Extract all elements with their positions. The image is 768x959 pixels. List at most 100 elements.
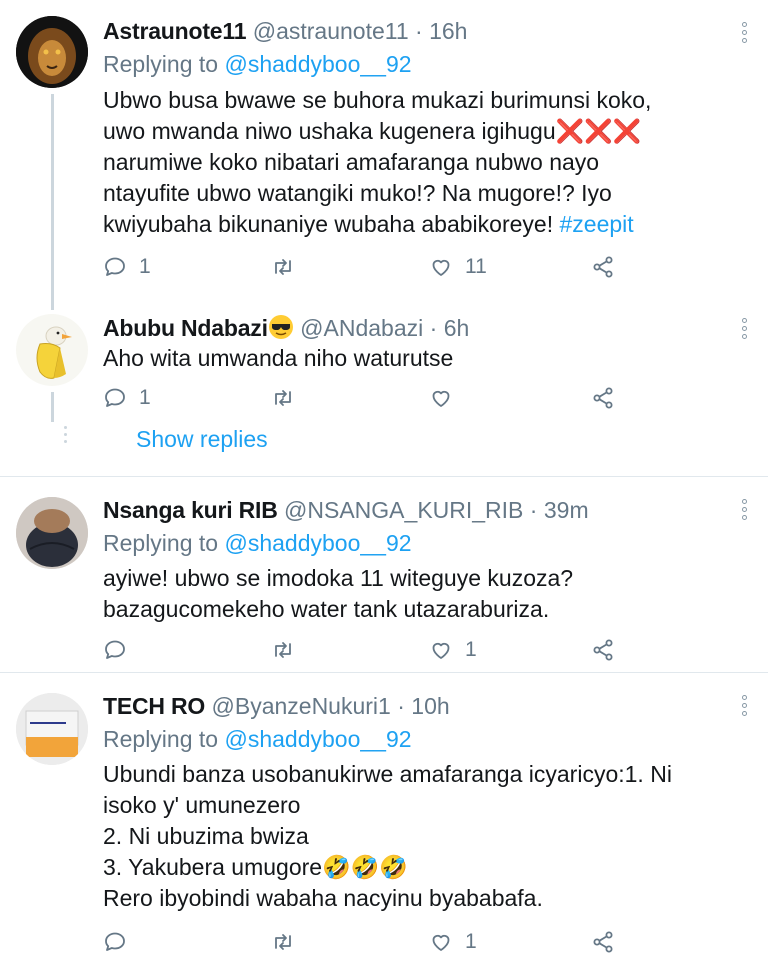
tweet-header: Astraunote11 @astraunote11 · 16h [103, 17, 728, 45]
user-handle[interactable]: @NSANGA_KURI_RIB [284, 497, 523, 523]
replying-to: Replying to @shaddyboo__92 [103, 725, 412, 753]
tweet-text-line: bazagucomekeho water tank utazaraburiza. [103, 596, 550, 622]
display-name[interactable]: Astraunote11 [103, 18, 247, 44]
heart-icon [432, 390, 450, 407]
share-button[interactable] [591, 383, 615, 413]
hashtag-link[interactable]: #zeepit [559, 211, 633, 237]
reply-button[interactable] [103, 635, 139, 665]
reply-count: 1 [139, 255, 151, 278]
like-count: 1 [465, 930, 477, 953]
tweet-text-line: Aho wita umwanda niho waturutse [103, 345, 454, 371]
heart-icon [432, 934, 450, 951]
timestamp[interactable]: 10h [411, 693, 449, 719]
retweet-icon [275, 934, 291, 950]
like-button[interactable] [429, 383, 465, 413]
tweet-astraunote11[interactable]: Astraunote11 @astraunote11 · 16h Replyin… [0, 0, 768, 310]
reply-icon [105, 257, 125, 276]
retweet-button[interactable] [271, 927, 307, 957]
avatar[interactable] [16, 497, 88, 569]
mention-link[interactable]: @shaddyboo__92 [224, 726, 411, 752]
like-count: 1 [465, 638, 477, 661]
retweet-icon [275, 642, 291, 658]
more-vertical-icon[interactable] [742, 22, 748, 46]
retweet-icon [275, 390, 291, 406]
separator: · [429, 315, 438, 341]
display-name[interactable]: Nsanga kuri RIB [103, 497, 278, 523]
share-icon [593, 256, 613, 278]
share-button[interactable] [591, 927, 615, 957]
retweet-button[interactable] [271, 635, 307, 665]
tweet-tech-ro[interactable]: TECH RO @ByanzeNukuri1 · 10h Replying to… [0, 673, 768, 959]
tweet-text-segment: kwiyubaha bikunaniye wubaha ababikoreye! [103, 211, 554, 237]
heart-icon [432, 642, 450, 659]
share-icon [593, 931, 613, 953]
reply-count: 1 [139, 386, 151, 409]
replying-to: Replying to @shaddyboo__92 [103, 50, 412, 78]
tweet-text-line: isoko y' umunezero [103, 792, 301, 818]
display-name[interactable]: Abubu Ndabazi [103, 315, 268, 341]
tweet-text-line: ntayufite ubwo watangiki muko!? Na mugor… [103, 180, 612, 206]
tweet-actions: 1 [103, 383, 623, 413]
user-handle[interactable]: @astraunote11 [253, 18, 409, 44]
user-handle[interactable]: @ByanzeNukuri1 [212, 693, 391, 719]
tweet-text-line: 3. Yakubera umugore🤣🤣🤣 [103, 852, 748, 883]
replying-to-label: Replying to [103, 726, 219, 752]
tweet-nsanga-kuri-rib[interactable]: Nsanga kuri RIB @NSANGA_KURI_RIB · 39m R… [0, 477, 768, 672]
tweet-text: ayiwe! ubwo se imodoka 11 witeguye kuzoz… [103, 563, 748, 625]
separator: · [397, 693, 405, 719]
mention-link[interactable]: @shaddyboo__92 [224, 530, 411, 556]
thread-ellipsis [64, 426, 67, 447]
timestamp[interactable]: 39m [544, 497, 589, 523]
mention-link[interactable]: @shaddyboo__92 [224, 51, 411, 77]
retweet-button[interactable] [271, 252, 307, 282]
avatar[interactable] [16, 314, 88, 386]
cross-mark-emoji: ❌❌❌ [555, 118, 642, 144]
tweet-actions: 1 [103, 635, 623, 665]
reply-button[interactable]: 1 [103, 383, 151, 413]
tweet-text-line: uwo mwanda niwo ushaka kugenera igihugu❌… [103, 116, 748, 147]
like-button[interactable]: 1 [429, 635, 477, 665]
tweet-header: Abubu Ndabazi😎 @ANdabazi · 6h [103, 314, 728, 342]
replying-to-label: Replying to [103, 530, 219, 556]
tweet-text-segment: uwo mwanda niwo ushaka kugenera igihugu [103, 118, 556, 144]
tweet-text: Ubundi banza usobanukirwe amafaranga icy… [103, 759, 748, 914]
tweet-text-segment: 3. Yakubera umugore [103, 854, 323, 880]
tweet-actions: 1 [103, 927, 623, 957]
like-button[interactable]: 1 [429, 927, 477, 957]
laughing-emoji: 🤣🤣🤣 [322, 854, 408, 880]
avatar[interactable] [16, 693, 88, 765]
user-handle[interactable]: @ANdabazi [300, 315, 423, 341]
tweet-text-line: ayiwe! ubwo se imodoka 11 witeguye kuzoz… [103, 565, 574, 591]
more-vertical-icon[interactable] [742, 695, 748, 719]
more-vertical-icon[interactable] [742, 499, 748, 523]
share-button[interactable] [591, 635, 615, 665]
retweet-button[interactable] [271, 383, 307, 413]
thread-line [51, 94, 54, 310]
separator: · [415, 18, 423, 44]
tweet-actions: 1 11 [103, 252, 623, 282]
heart-icon [432, 259, 450, 276]
timestamp[interactable]: 16h [429, 18, 467, 44]
like-button[interactable]: 11 [429, 252, 487, 282]
timestamp[interactable]: 6h [444, 315, 470, 341]
share-button[interactable] [591, 252, 615, 282]
separator: · [529, 497, 538, 523]
tweet-abubu-ndabazi[interactable]: Abubu Ndabazi😎 @ANdabazi · 6h Aho wita u… [0, 298, 768, 476]
sunglasses-emoji-icon [268, 315, 293, 339]
tweet-text-line: 2. Ni ubuzima bwiza [103, 823, 309, 849]
show-replies-link[interactable]: Show replies [136, 426, 268, 453]
tweet-text: Ubwo busa bwawe se buhora mukazi burimun… [103, 85, 748, 240]
tweet-text-line: Rero ibyobindi wabaha nacyinu byababafa. [103, 885, 543, 911]
retweet-icon [275, 259, 291, 275]
reply-icon [105, 388, 125, 407]
like-count: 11 [465, 255, 487, 278]
reply-button[interactable]: 1 [103, 252, 151, 282]
display-name[interactable]: TECH RO [103, 693, 205, 719]
tweet-text-line: Ubundi banza usobanukirwe amafaranga icy… [103, 761, 672, 787]
more-vertical-icon[interactable] [742, 318, 748, 342]
reply-button[interactable] [103, 927, 139, 957]
thread-line [51, 392, 54, 422]
avatar[interactable] [16, 16, 88, 88]
reply-icon [105, 932, 125, 951]
replying-to-label: Replying to [103, 51, 219, 77]
